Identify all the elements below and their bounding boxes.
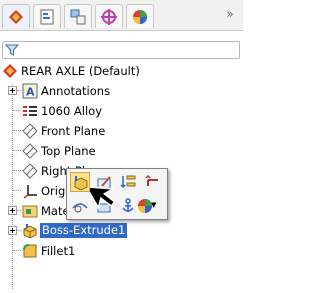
edit-feature-button[interactable] xyxy=(70,172,90,192)
propertymanager-tab-icon xyxy=(40,9,54,25)
tabs-overflow-button[interactable]: » xyxy=(221,6,239,22)
tree-item-label: Front Plane xyxy=(41,124,106,138)
plane-icon xyxy=(22,163,38,179)
manager-tab-bar: » xyxy=(0,0,243,30)
return-button[interactable] xyxy=(142,172,162,192)
expand-boss-extrude-button[interactable] xyxy=(8,226,17,235)
tree-item-annotations[interactable]: A Annotations xyxy=(0,82,243,100)
tree-item-top-plane[interactable]: Top Plane xyxy=(0,142,243,160)
plane-icon xyxy=(22,123,38,139)
mate-references-icon xyxy=(22,205,38,218)
featuremanager-tab[interactable] xyxy=(2,4,30,28)
return-icon xyxy=(145,174,158,186)
tree-item-material[interactable]: 1060 Alloy xyxy=(0,102,243,120)
appearance-dropdown-arrow[interactable]: ▼ xyxy=(151,201,156,209)
svg-text:A: A xyxy=(26,86,35,99)
expand-annotations-button[interactable] xyxy=(8,86,17,95)
filter-bar xyxy=(0,40,243,60)
dimxpertmanager-tab[interactable] xyxy=(95,4,123,28)
tree-item-boss-extrude[interactable]: Boss-Extrude1 xyxy=(0,222,243,240)
material-icon xyxy=(23,106,37,116)
annotations-icon: A xyxy=(22,83,38,99)
tree-root-label: REAR AXLE (Default) xyxy=(21,64,140,78)
displaymanager-tab-icon xyxy=(133,10,147,24)
configurationmanager-tab[interactable] xyxy=(64,4,92,28)
tree-item-label: 1060 Alloy xyxy=(41,104,103,118)
tree-item-front-plane[interactable]: Front Plane xyxy=(0,122,243,140)
expand-mate-references-button[interactable] xyxy=(8,206,17,215)
configurationmanager-tab-icon xyxy=(70,9,86,25)
propertymanager-tab[interactable] xyxy=(33,4,61,28)
dimxpertmanager-tab-icon xyxy=(101,9,117,25)
origin-icon xyxy=(23,185,37,199)
fillet-icon xyxy=(23,244,37,258)
plane-icon xyxy=(22,143,38,159)
part-icon xyxy=(3,64,17,78)
tree-item-label: Boss-Extrude1 xyxy=(40,223,128,238)
boss-extrude-icon xyxy=(23,224,37,239)
edit-feature-icon xyxy=(74,176,88,191)
mouse-pointer-icon xyxy=(90,186,116,210)
hide-show-button[interactable] xyxy=(70,196,90,216)
filter-funnel-icon xyxy=(5,44,19,56)
featuremanager-tab-icon xyxy=(9,10,23,24)
displaymanager-tab[interactable] xyxy=(126,4,154,28)
tree-item-label: Top Plane xyxy=(41,144,96,158)
tree-item-label: Annotations xyxy=(41,84,111,98)
tree-root[interactable]: REAR AXLE (Default) xyxy=(0,62,243,80)
tree-item-fillet[interactable]: Fillet1 xyxy=(0,242,243,260)
tree-item-label: Fillet1 xyxy=(41,244,76,258)
hide-show-icon xyxy=(72,203,88,213)
tree-filter-input[interactable] xyxy=(2,41,240,59)
